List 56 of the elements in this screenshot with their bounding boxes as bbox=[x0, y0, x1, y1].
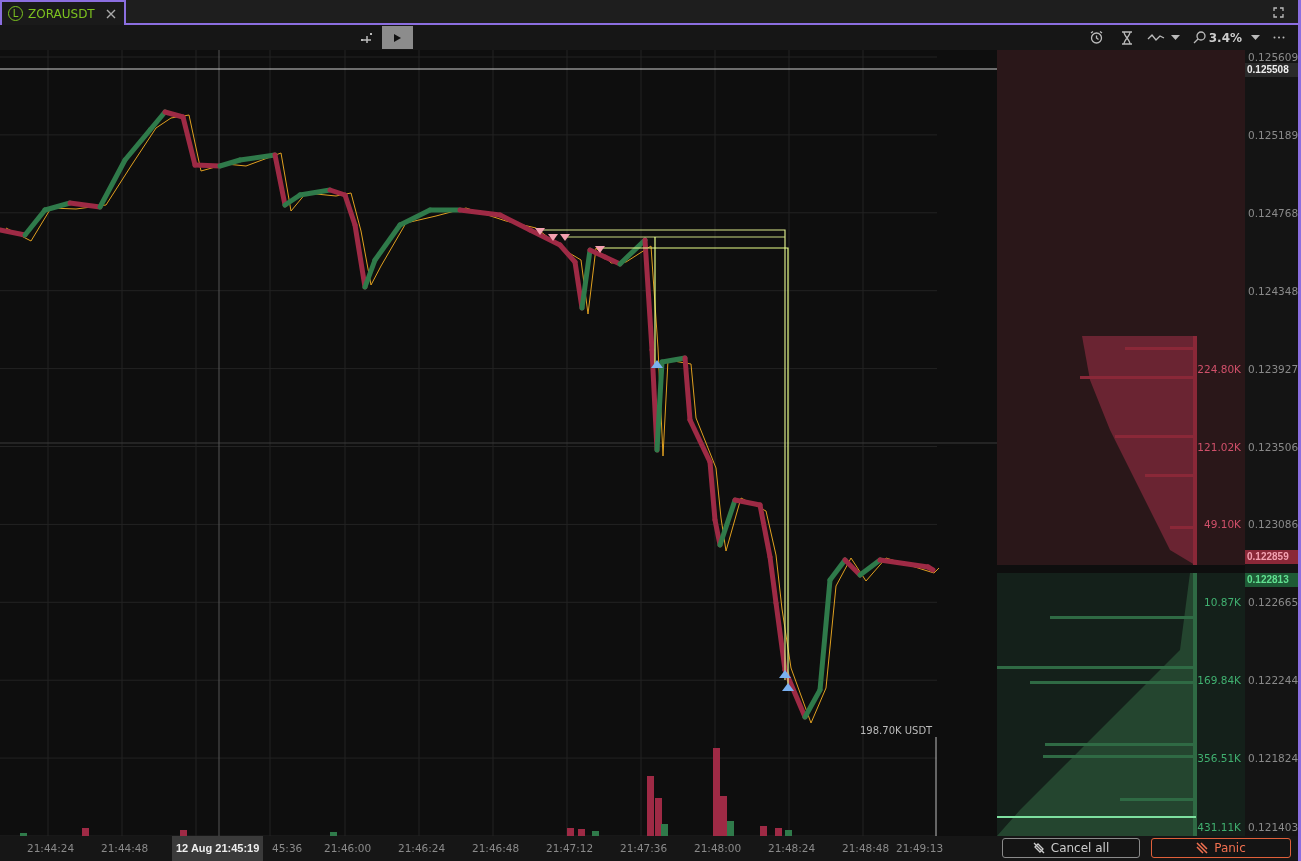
play-icon bbox=[393, 32, 402, 43]
price-label: 0.123086 bbox=[1248, 517, 1299, 532]
ask-volume-label: 224.80K bbox=[1197, 361, 1241, 376]
cancel-button[interactable]: Cancel all bbox=[1002, 838, 1140, 858]
price-label: 0.123506 bbox=[1248, 439, 1299, 454]
time-label: 21:49:13 bbox=[896, 841, 944, 856]
sell-marker-icon bbox=[548, 234, 558, 241]
price-label: 0.125189 bbox=[1248, 127, 1299, 142]
ask-price-label: 0.122859 bbox=[1245, 550, 1298, 564]
symbol-tab[interactable]: L ZORAUSDT bbox=[0, 0, 126, 25]
price-label: 0.122665 bbox=[1248, 595, 1299, 610]
bid-volume-label: 431.11K bbox=[1197, 820, 1241, 834]
time-label: 21:47:36 bbox=[620, 841, 668, 856]
time-label: 21:44:48 bbox=[101, 841, 149, 856]
price-label: 0.121824 bbox=[1248, 751, 1299, 766]
bid-volume-label: 356.51K bbox=[1197, 751, 1241, 766]
buy-marker-icon bbox=[782, 683, 794, 691]
bid-volume-label: 169.84K bbox=[1197, 673, 1241, 688]
fullscreen-icon[interactable] bbox=[1273, 7, 1284, 18]
bid-price-label: 0.122813 bbox=[1245, 573, 1298, 587]
ask-volume-label: 121.02K bbox=[1197, 439, 1241, 454]
time-label: 21:46:48 bbox=[472, 841, 520, 856]
zoom-dropdown[interactable]: 3.4% bbox=[1192, 26, 1260, 49]
crosshair-tool-icon bbox=[359, 30, 374, 45]
caret-icon bbox=[1251, 34, 1260, 41]
sell-marker-icon bbox=[560, 234, 570, 241]
time-label: 21:48:48 bbox=[842, 841, 890, 856]
time-label: 21:48:24 bbox=[768, 841, 816, 856]
time-label: 45:36 bbox=[272, 841, 303, 856]
price-label: 0.124348 bbox=[1248, 283, 1299, 298]
price-label: 0.122244 bbox=[1248, 673, 1299, 688]
tab-label: ZORAUSDT bbox=[28, 5, 95, 23]
price-label: 0.121403 bbox=[1248, 820, 1299, 834]
last-price-label: 0.125508 bbox=[1245, 63, 1298, 77]
ask-volume-label: 49.10K bbox=[1204, 517, 1241, 532]
time-label: 21:44:24 bbox=[27, 841, 75, 856]
time-label: 21:46:00 bbox=[324, 841, 372, 856]
crosshair-time-label: 12 Aug 21:45:19 bbox=[172, 836, 264, 861]
time-label: 21:48:00 bbox=[694, 841, 742, 856]
price-label: 0.125609 bbox=[1248, 50, 1299, 64]
buy-marker-icon bbox=[651, 360, 663, 368]
time-label: 21:46:24 bbox=[398, 841, 446, 856]
time-label: 21:47:12 bbox=[546, 841, 594, 856]
eraser-icon bbox=[1032, 842, 1045, 854]
price-label: 0.123927 bbox=[1248, 361, 1299, 376]
search-icon bbox=[1192, 31, 1206, 44]
stripes-icon bbox=[1196, 842, 1209, 854]
volume-label: 198.70K USDT bbox=[860, 724, 933, 738]
bid-volume-label: 10.87K bbox=[1204, 595, 1241, 610]
close-icon[interactable] bbox=[105, 8, 116, 19]
price-label: 0.124768 bbox=[1248, 205, 1299, 220]
panic-button[interactable]: Panic bbox=[1151, 838, 1291, 858]
sell-marker-icon bbox=[535, 228, 545, 235]
sell-marker-icon bbox=[595, 246, 605, 253]
play-button[interactable] bbox=[382, 26, 413, 49]
buy-marker-icon bbox=[779, 670, 791, 678]
